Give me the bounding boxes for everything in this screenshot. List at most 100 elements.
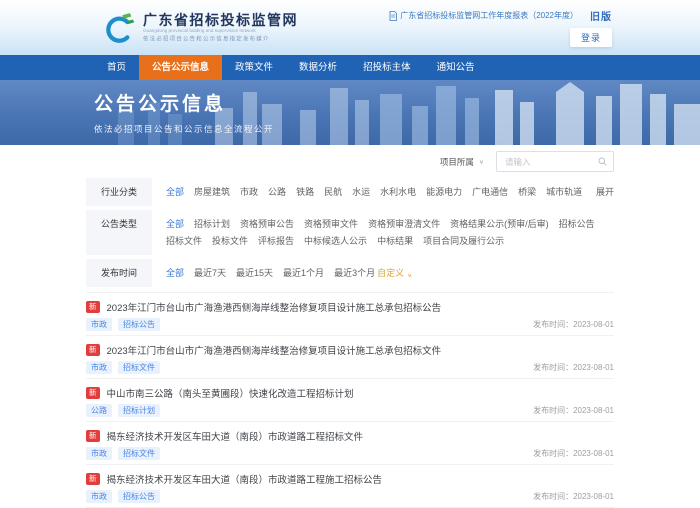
- nav-item-label: 数据分析: [299, 62, 337, 73]
- filter-option[interactable]: 资格预审文件: [304, 217, 358, 231]
- filter-option[interactable]: 资格预审澄清文件: [368, 217, 440, 231]
- list-item[interactable]: 新 2023年江门市台山市广海渔港西侧海岸线整治修复项目设计施工总承包招标公告 …: [86, 293, 614, 336]
- banner: 公告公示信息 依法必招项目公告和公示信息全流程公开: [0, 80, 700, 145]
- filter-option[interactable]: 中标候选人公示: [304, 234, 367, 248]
- filter-row: 公告类型 全部招标计划资格预审公告资格预审文件资格预审澄清文件资格结果公示(预审…: [86, 210, 614, 255]
- filter-label: 公告类型: [86, 210, 152, 255]
- filter-option[interactable]: 市政: [240, 185, 258, 199]
- tag-list: 市政招标公告: [86, 318, 160, 331]
- tag-list: 市政招标文件: [86, 447, 160, 460]
- tag-list: 公路招标计划: [86, 404, 160, 417]
- search-icon[interactable]: [598, 157, 607, 166]
- nav-item[interactable]: 公告公示信息: [139, 55, 222, 80]
- filter-option[interactable]: 项目合同及履行公示: [423, 234, 504, 248]
- filter-row: 行业分类 全部房屋建筑市政公路铁路民航水运水利水电能源电力广电通信桥梁城市轨道 …: [86, 178, 614, 206]
- filter-option[interactable]: 铁路: [296, 185, 314, 199]
- filter-option[interactable]: 招标计划: [194, 217, 230, 231]
- category-tag[interactable]: 公路: [86, 404, 112, 417]
- new-badge: 新: [86, 344, 100, 356]
- new-badge: 新: [86, 430, 100, 442]
- document-icon: [389, 11, 397, 21]
- tag-list: 市政招标公告: [86, 490, 160, 503]
- category-tag[interactable]: 招标计划: [118, 404, 160, 417]
- filter-option[interactable]: 最近1个月: [283, 266, 324, 280]
- old-version-link[interactable]: 旧版: [590, 8, 612, 23]
- site-subtitle-cn: 依法必招项目公告和公示信息指定发布媒介: [143, 35, 275, 40]
- filter-option[interactable]: 资格结果公示(预审/后审): [450, 217, 549, 231]
- category-tag[interactable]: 招标公告: [118, 318, 160, 331]
- nav-item[interactable]: 首页: [94, 55, 139, 80]
- filter-option[interactable]: 最近3个月: [334, 266, 375, 280]
- filter-label: 发布时间: [86, 259, 152, 287]
- new-badge: 新: [86, 301, 100, 313]
- custom-date-link[interactable]: 自定义 ∨: [375, 259, 412, 287]
- publish-date: 发布时间：2023-08-01: [533, 319, 614, 330]
- filter-row: 发布时间 全部最近7天最近15天最近1个月最近3个月 自定义 ∨: [86, 259, 614, 287]
- announcement-list: 新 2023年江门市台山市广海渔港西侧海岸线整治修复项目设计施工总承包招标公告 …: [86, 292, 614, 508]
- category-tag[interactable]: 市政: [86, 361, 112, 374]
- site-subtitle-en: Guangdong provincial bidding and supervi…: [143, 28, 256, 32]
- nav-item[interactable]: 招投标主体: [350, 55, 424, 80]
- filter-option[interactable]: 广电通信: [472, 185, 508, 199]
- announcement-title[interactable]: 2023年江门市台山市广海渔港西侧海岸线整治修复项目设计施工总承包招标公告: [107, 300, 442, 314]
- publish-date-value: 2023-08-01: [573, 492, 614, 501]
- annual-report-link[interactable]: 广东省招标投标监管网工作年度报表（2022年度）: [389, 10, 578, 21]
- publish-date-label: 发布时间：: [533, 449, 573, 458]
- publish-date-value: 2023-08-01: [573, 406, 614, 415]
- login-button[interactable]: 登录: [570, 28, 612, 47]
- search-input[interactable]: [503, 156, 598, 168]
- filter-option[interactable]: 投标文件: [212, 234, 248, 248]
- category-tag[interactable]: 市政: [86, 490, 112, 503]
- filter-option[interactable]: 全部: [166, 217, 184, 231]
- filter-option[interactable]: 全部: [166, 185, 184, 199]
- nav-item[interactable]: 数据分析: [286, 55, 350, 80]
- filter-option[interactable]: 城市轨道: [546, 185, 582, 199]
- publish-date-value: 2023-08-01: [573, 320, 614, 329]
- chevron-down-icon: ∨: [479, 159, 484, 165]
- category-tag[interactable]: 市政: [86, 318, 112, 331]
- filter-option[interactable]: 水利水电: [380, 185, 416, 199]
- new-badge: 新: [86, 387, 100, 399]
- list-item[interactable]: 新 2023年江门市台山市广海渔港西侧海岸线整治修复项目设计施工总承包招标文件 …: [86, 336, 614, 379]
- list-item[interactable]: 新 中山市南三公路（南头至黄圃段）快速化改造工程招标计划 公路招标计划 发布时间…: [86, 379, 614, 422]
- announcement-title[interactable]: 2023年江门市台山市广海渔港西侧海岸线整治修复项目设计施工总承包招标文件: [107, 343, 442, 357]
- nav-item[interactable]: 政策文件: [222, 55, 286, 80]
- filter-option[interactable]: 全部: [166, 266, 184, 280]
- filter-option[interactable]: 能源电力: [426, 185, 462, 199]
- filter-option[interactable]: 房屋建筑: [194, 185, 230, 199]
- chevron-down-icon: ∨: [407, 271, 412, 282]
- filter-option[interactable]: 民航: [324, 185, 342, 199]
- filter-option[interactable]: 最近7天: [194, 266, 226, 280]
- announcement-title[interactable]: 揭东经济技术开发区车田大道（南段）市政道路工程施工招标公告: [107, 472, 383, 486]
- filter-option[interactable]: 水运: [352, 185, 370, 199]
- filter-option[interactable]: 公路: [268, 185, 286, 199]
- nav-item[interactable]: 通知公告: [424, 55, 488, 80]
- announcement-title[interactable]: 揭东经济技术开发区车田大道（南段）市政道路工程招标文件: [107, 429, 364, 443]
- project-owner-select[interactable]: 项目所属 ∨: [440, 156, 484, 168]
- filter-option[interactable]: 中标结果: [377, 234, 413, 248]
- expand-link[interactable]: 展开: [586, 178, 614, 206]
- filter-option[interactable]: 桥梁: [518, 185, 536, 199]
- publish-date-value: 2023-08-01: [573, 449, 614, 458]
- filter-option[interactable]: 招标文件: [166, 234, 202, 248]
- filter-option[interactable]: 评标报告: [258, 234, 294, 248]
- tag-list: 市政招标文件: [86, 361, 160, 374]
- filter-option[interactable]: 最近15天: [236, 266, 273, 280]
- category-tag[interactable]: 招标文件: [118, 361, 160, 374]
- category-tag[interactable]: 招标文件: [118, 447, 160, 460]
- list-item[interactable]: 新 揭东经济技术开发区车田大道（南段）市政道路工程施工招标公告 市政招标公告 发…: [86, 465, 614, 508]
- filter-option[interactable]: 招标公告: [559, 217, 595, 231]
- list-item[interactable]: 新 揭东经济技术开发区车田大道（南段）市政道路工程招标文件 市政招标文件 发布时…: [86, 422, 614, 465]
- nav-item-label: 通知公告: [437, 62, 475, 73]
- category-tag[interactable]: 市政: [86, 447, 112, 460]
- custom-date-label: 自定义: [377, 266, 404, 280]
- site-title: 广东省招标投标监管网: [143, 12, 337, 28]
- annual-report-label: 广东省招标投标监管网工作年度报表（2022年度）: [400, 10, 578, 21]
- filter-option[interactable]: 资格预审公告: [240, 217, 294, 231]
- site-logo[interactable]: 广东省招标投标监管网 Guangdong provincial bidding …: [100, 11, 337, 45]
- publish-date-value: 2023-08-01: [573, 363, 614, 372]
- search-toolbar: 项目所属 ∨: [86, 145, 614, 178]
- announcement-title[interactable]: 中山市南三公路（南头至黄圃段）快速化改造工程招标计划: [107, 386, 354, 400]
- publish-date-label: 发布时间：: [533, 320, 573, 329]
- category-tag[interactable]: 招标公告: [118, 490, 160, 503]
